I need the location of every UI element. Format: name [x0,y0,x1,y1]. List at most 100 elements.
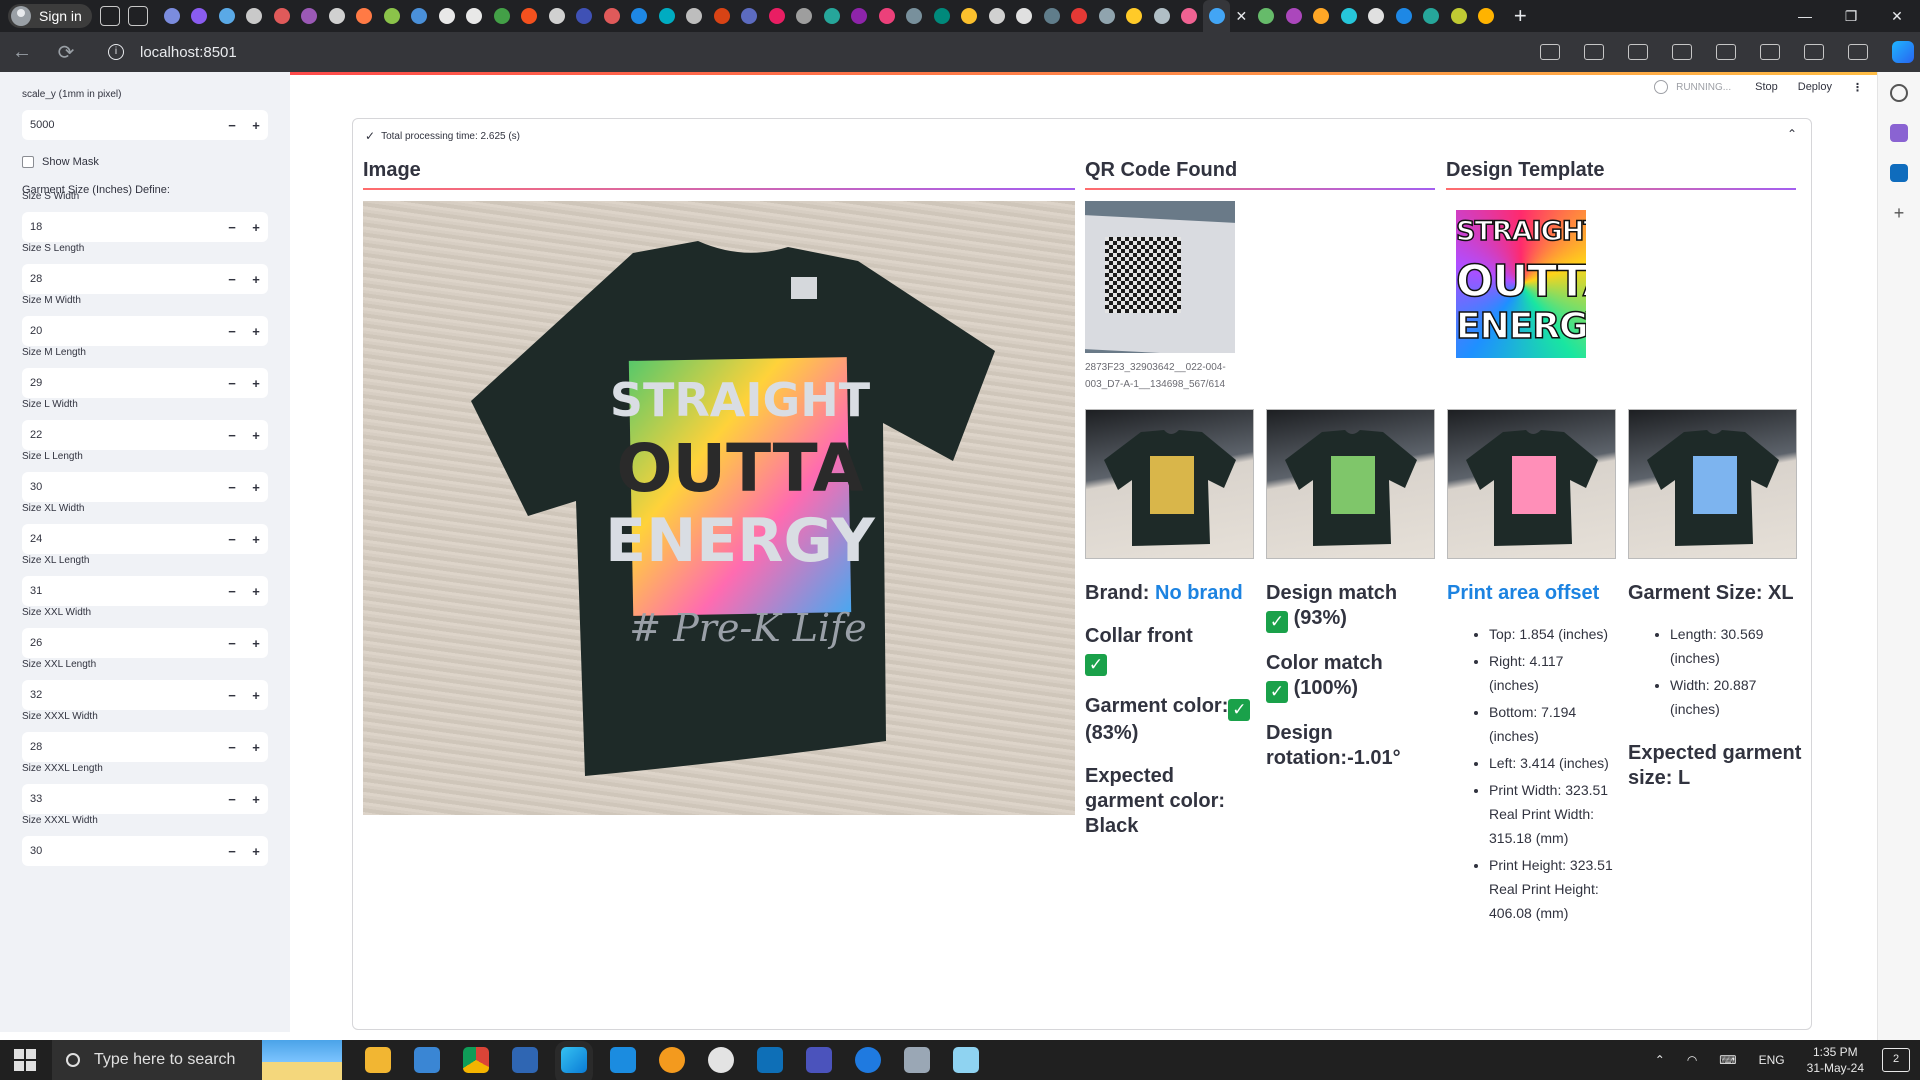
decrement-button[interactable]: − [220,272,244,287]
browser-tab[interactable] [873,0,901,32]
size-field-value[interactable]: 22 [22,429,220,441]
decrement-button[interactable]: − [220,532,244,547]
browser-tab[interactable] [1362,0,1390,32]
notepad-icon[interactable] [953,1047,979,1073]
browser-tab[interactable] [1175,0,1203,32]
teams-icon[interactable] [806,1047,832,1073]
decrement-button[interactable]: − [220,584,244,599]
restore-icon[interactable]: ❐ [1828,0,1874,32]
browser-tab[interactable] [1120,0,1148,32]
new-tab-button[interactable]: + [1514,3,1527,29]
notifications-icon[interactable]: 2 [1882,1048,1910,1072]
increment-button[interactable]: + [244,272,268,287]
browser-tab[interactable] [158,0,186,32]
site-info-icon[interactable]: i [108,44,124,60]
refresh-icon[interactable]: ⟳ [44,40,88,65]
keyboard-icon[interactable]: ⌨ [1719,1053,1736,1067]
increment-button[interactable]: + [244,636,268,651]
browser-tab[interactable] [1202,0,1231,32]
back-icon[interactable]: ← [0,41,44,64]
browser-tab[interactable] [213,0,241,32]
favorites-icon[interactable] [1716,44,1736,60]
close-window-icon[interactable]: ✕ [1874,0,1920,32]
outlook-icon[interactable] [1890,164,1908,182]
size-number-input[interactable]: 29− + [22,368,268,398]
file-explorer-icon[interactable] [365,1047,391,1073]
size-field-value[interactable]: 28 [22,741,220,753]
browser-tab[interactable] [818,0,846,32]
browser-tab[interactable] [955,0,983,32]
zoom-icon[interactable] [1540,44,1560,60]
size-number-input[interactable]: 26− + [22,628,268,658]
size-number-input[interactable]: 20− + [22,316,268,346]
workspaces-icon[interactable] [99,6,120,26]
app-icon[interactable] [708,1047,734,1073]
browser-essentials-icon[interactable] [1804,44,1824,60]
size-number-input[interactable]: 22− + [22,420,268,450]
size-number-input[interactable]: 30− + [22,836,268,866]
browser-tab[interactable] [405,0,433,32]
size-number-input[interactable]: 18− + [22,212,268,242]
size-number-input[interactable]: 32− + [22,680,268,710]
browser-tab[interactable] [488,0,516,32]
url-field[interactable]: i localhost:8501 [108,44,237,61]
browser-tab[interactable] [268,0,296,32]
size-field-value[interactable]: 30 [22,845,220,857]
size-number-input[interactable]: 30− + [22,472,268,502]
browser-tab[interactable] [900,0,928,32]
home-assistant-icon[interactable] [659,1047,685,1073]
size-field-value[interactable]: 20 [22,325,220,337]
increment-button[interactable]: + [244,532,268,547]
increment-button[interactable]: + [244,792,268,807]
decrement-button[interactable]: − [220,740,244,755]
size-field-value[interactable]: 32 [22,689,220,701]
show-mask-checkbox[interactable]: Show Mask [22,156,99,168]
browser-tab[interactable] [1445,0,1473,32]
browser-tab[interactable] [598,0,626,32]
decrement-button[interactable]: − [220,376,244,391]
browser-tab[interactable] [1065,0,1093,32]
add-icon[interactable]: + [1890,204,1908,222]
stop-button[interactable]: Stop [1755,81,1778,93]
browser-tab[interactable] [680,0,708,32]
app-icon[interactable] [757,1047,783,1073]
language-indicator[interactable]: ENG [1759,1053,1785,1067]
browser-tab[interactable] [570,0,598,32]
size-field-value[interactable]: 18 [22,221,220,233]
browser-tab[interactable] [735,0,763,32]
search-icon[interactable] [1890,84,1908,102]
main-menu-icon[interactable]: ⋮ [1852,81,1863,94]
browser-tab[interactable] [708,0,736,32]
browser-tab[interactable] [378,0,406,32]
browser-tab[interactable] [790,0,818,32]
windows-start-icon[interactable] [14,1049,36,1071]
browser-tab[interactable] [1148,0,1176,32]
store-icon[interactable] [414,1047,440,1073]
size-field-value[interactable]: 31 [22,585,220,597]
increment-button[interactable]: + [244,584,268,599]
increment-button[interactable]: + [244,118,268,133]
tray-chevron-icon[interactable]: ⌃ [1655,1053,1665,1067]
more-options-icon[interactable] [1848,44,1868,60]
browser-tab[interactable] [983,0,1011,32]
browser-tab[interactable] [1307,0,1335,32]
browser-tab[interactable] [1038,0,1066,32]
size-field-value[interactable]: 33 [22,793,220,805]
decrement-button[interactable]: − [220,220,244,235]
scale-y-value[interactable]: 5000 [22,119,220,131]
browser-tab[interactable] [1010,0,1038,32]
browser-tab[interactable] [515,0,543,32]
collections-icon[interactable] [1760,44,1780,60]
decrement-button[interactable]: − [220,844,244,859]
browser-tab[interactable] [1335,0,1363,32]
browser-tab[interactable] [433,0,461,32]
wifi-icon[interactable]: ◠ [1687,1053,1697,1067]
increment-button[interactable]: + [244,688,268,703]
copilot-icon[interactable] [1892,41,1914,63]
size-number-input[interactable]: 31− + [22,576,268,606]
app-icon[interactable] [512,1047,538,1073]
browser-tab[interactable] [543,0,571,32]
increment-button[interactable]: + [244,376,268,391]
chrome-icon[interactable] [463,1047,489,1073]
decrement-button[interactable]: − [220,792,244,807]
